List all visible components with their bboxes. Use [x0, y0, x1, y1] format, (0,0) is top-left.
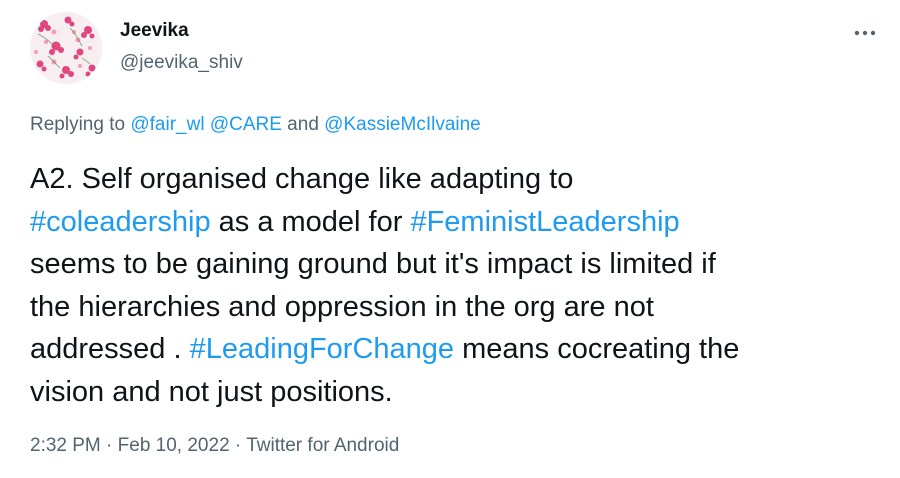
tweet-meta: 2:32 PM · Feb 10, 2022 · Twitter for And…	[30, 435, 399, 457]
hashtag-link[interactable]: #coleadership	[30, 206, 211, 238]
tweet-line: seems to be gaining ground but it's impa…	[30, 243, 880, 286]
more-options-button[interactable]	[848, 16, 882, 50]
author-handle[interactable]: @jeevika_shiv	[120, 52, 243, 74]
text-segment: A2. Self organised change like adapting …	[30, 163, 574, 195]
replying-to-label: Replying to	[30, 114, 131, 135]
text-segment: vision and not just positions.	[30, 375, 393, 408]
tweet-date[interactable]: Feb 10, 2022	[118, 435, 230, 456]
more-horizontal-icon	[854, 24, 876, 42]
tweet-source[interactable]: Twitter for Android	[246, 435, 399, 456]
conjunction: and	[281, 114, 325, 135]
text-segment: addressed .	[30, 333, 190, 365]
tweet-text: A2. Self organised change like adapting …	[30, 158, 880, 413]
hashtag-link[interactable]: #LeadingForChange	[190, 333, 454, 365]
meta-separator: ·	[100, 435, 118, 456]
tweet-time[interactable]: 2:32 PM	[30, 435, 101, 456]
text-segment: seems to be gaining ground but it's impa…	[30, 248, 716, 280]
author-name[interactable]: Jeevika	[120, 20, 189, 42]
text-segment: the hierarchies and oppression in the or…	[30, 290, 654, 323]
tweet-line: addressed . #LeadingForChange means cocr…	[30, 328, 880, 371]
mention-link[interactable]: @KassieMcIlvaine	[324, 114, 481, 135]
meta-separator: ·	[229, 435, 247, 456]
tweet-line: A2. Self organised change like adapting …	[30, 158, 880, 201]
mention-link[interactable]: @CARE	[210, 114, 282, 135]
avatar[interactable]	[30, 12, 102, 84]
tweet-line: #coleadership as a model for #FeministLe…	[30, 201, 880, 244]
tweet-line: the hierarchies and oppression in the or…	[30, 286, 880, 329]
text-segment: means cocreating the	[454, 333, 740, 365]
tweet-card: Jeevika @jeevika_shiv Replying to @fair_…	[0, 0, 900, 478]
text-segment: as a model for	[210, 205, 411, 238]
mention-link[interactable]: @fair_wl	[130, 114, 204, 135]
replying-to: Replying to @fair_wl @CARE and @KassieMc…	[30, 114, 481, 136]
tweet-line: vision and not just positions.	[30, 371, 880, 414]
hashtag-link[interactable]: #FeministLeadership	[410, 206, 679, 238]
